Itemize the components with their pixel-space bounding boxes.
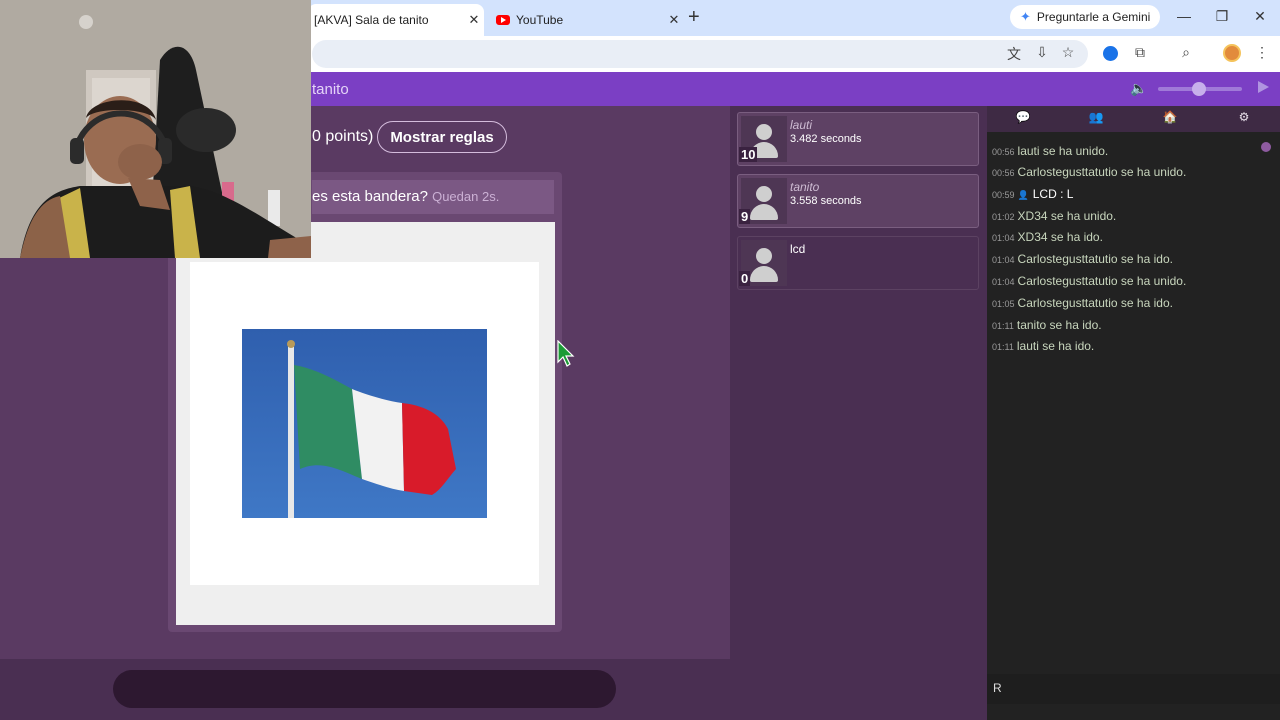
status-dot-icon: [1261, 142, 1271, 152]
volume-icon[interactable]: 🔈: [1130, 80, 1147, 97]
chat-message: 01:11 tanito se ha ido.: [992, 318, 1102, 332]
player-name: tanito: [790, 180, 820, 194]
question-label: es esta bandera?: [312, 188, 428, 205]
message-text: XD34 se ha unido.: [1017, 209, 1117, 223]
show-rules-button[interactable]: Mostrar reglas: [377, 121, 507, 153]
tab-title: [AKVA] Sala de tanito: [314, 13, 429, 27]
install-app-icon[interactable]: ⇩: [1033, 44, 1051, 61]
message-text: Carlostegusttatutio se ha ido.: [1017, 296, 1173, 310]
youtube-icon: [496, 15, 510, 25]
player-card: 9 tanito 3.558 seconds: [737, 174, 979, 228]
message-text: LCD : L: [1032, 187, 1074, 201]
people-icon[interactable]: 👥: [1086, 110, 1106, 124]
chat-input-value: R: [993, 681, 1002, 695]
player-score: 10: [739, 147, 758, 162]
mouse-cursor-icon: [557, 340, 575, 367]
close-icon[interactable]: ✕: [664, 12, 684, 28]
gear-icon[interactable]: ⚙: [1234, 110, 1254, 124]
tab-akva-room[interactable]: [AKVA] Sala de tanito ✕: [308, 4, 484, 36]
player-card: 0 lcd: [737, 236, 979, 290]
question-text: es esta bandera? Quedan 2s.: [312, 188, 499, 205]
player-time: 3.482 seconds: [790, 133, 862, 145]
player-score: 9: [739, 209, 751, 224]
points-label: 0 points): [312, 128, 374, 145]
message-time: 00:59: [992, 190, 1015, 200]
translate-icon[interactable]: 文: [1005, 44, 1023, 64]
message-time: 01:04: [992, 255, 1015, 265]
player-score: 0: [739, 271, 751, 286]
answer-input[interactable]: [113, 670, 616, 708]
chat-message: 00:56 lauti se ha unido.: [992, 144, 1108, 158]
tab-title: YouTube: [516, 13, 564, 27]
message-time: 01:11: [992, 342, 1014, 352]
tab-youtube[interactable]: YouTube ✕: [488, 4, 684, 36]
message-text: Carlostegusttatutio se ha ido.: [1017, 252, 1173, 266]
message-time: 01:05: [992, 299, 1015, 309]
message-time: 01:02: [992, 212, 1015, 222]
message-time: 01:11: [992, 321, 1014, 331]
player-name: lcd: [790, 242, 806, 256]
message-text: XD34 se ha ido.: [1017, 230, 1103, 244]
user-icon: 👤: [1017, 190, 1029, 200]
chat-message: 00:56 Carlostegusttatutio se ha unido.: [992, 165, 1186, 179]
message-text: tanito se ha ido.: [1016, 318, 1102, 332]
window-close-icon[interactable]: ✕: [1250, 8, 1270, 25]
bookmark-star-icon[interactable]: ☆: [1059, 44, 1077, 61]
new-tab-icon[interactable]: +: [688, 6, 700, 29]
message-time: 00:56: [992, 168, 1015, 178]
house-icon[interactable]: 🏠: [1160, 110, 1180, 124]
player-name: lauti: [790, 118, 813, 132]
webcam-overlay: [0, 0, 311, 258]
message-time: 01:04: [992, 277, 1015, 287]
message-text: lauti se ha ido.: [1016, 339, 1095, 353]
close-icon[interactable]: ✕: [464, 12, 484, 28]
message-text: Carlostegusttatutio se ha unido.: [1017, 165, 1187, 179]
room-title: tanito: [312, 81, 349, 98]
cast-search-icon[interactable]: ⌕: [1177, 44, 1195, 61]
chat-message: 01:04 Carlostegusttatutio se ha ido.: [992, 252, 1173, 266]
message-text: Carlostegusttatutio se ha unido.: [1017, 274, 1187, 288]
menu-kebab-icon[interactable]: ⋮: [1253, 44, 1271, 61]
timer-label: Quedan 2s.: [432, 189, 500, 204]
chat-message: 01:02 XD34 se ha unido.: [992, 209, 1116, 223]
gemini-star-icon: ✦: [1020, 9, 1031, 24]
player-card: 10 lauti 3.482 seconds: [737, 112, 979, 166]
speech-bubble-icon[interactable]: 💬: [1013, 110, 1033, 124]
chat-input[interactable]: [987, 674, 1280, 704]
message-time: 00:56: [992, 147, 1015, 157]
extension-icon[interactable]: [1103, 46, 1118, 61]
message-text: lauti se ha unido.: [1017, 144, 1109, 158]
volume-slider-knob[interactable]: [1192, 82, 1206, 96]
restore-icon[interactable]: ❐: [1212, 8, 1232, 25]
address-bar[interactable]: [312, 40, 1088, 68]
chat-message: 01:04 XD34 se ha ido.: [992, 230, 1103, 244]
minimize-icon[interactable]: —: [1174, 8, 1194, 24]
player-time: 3.558 seconds: [790, 195, 862, 207]
extensions-puzzle-icon[interactable]: ⧉: [1131, 44, 1149, 61]
message-time: 01:04: [992, 233, 1015, 243]
play-icon[interactable]: [1258, 81, 1269, 93]
chat-message: 00:59 👤 LCD : L: [992, 187, 1073, 201]
gemini-button[interactable]: ✦ Preguntarle a Gemini: [1010, 5, 1161, 29]
flag-image: [242, 329, 487, 518]
gemini-label: Preguntarle a Gemini: [1036, 10, 1151, 24]
chat-message: 01:05 Carlostegusttatutio se ha ido.: [992, 296, 1173, 310]
chat-message: 01:04 Carlostegusttatutio se ha unido.: [992, 274, 1186, 288]
chat-message: 01:11 lauti se ha ido.: [992, 339, 1094, 353]
profile-avatar-icon[interactable]: [1223, 44, 1241, 62]
